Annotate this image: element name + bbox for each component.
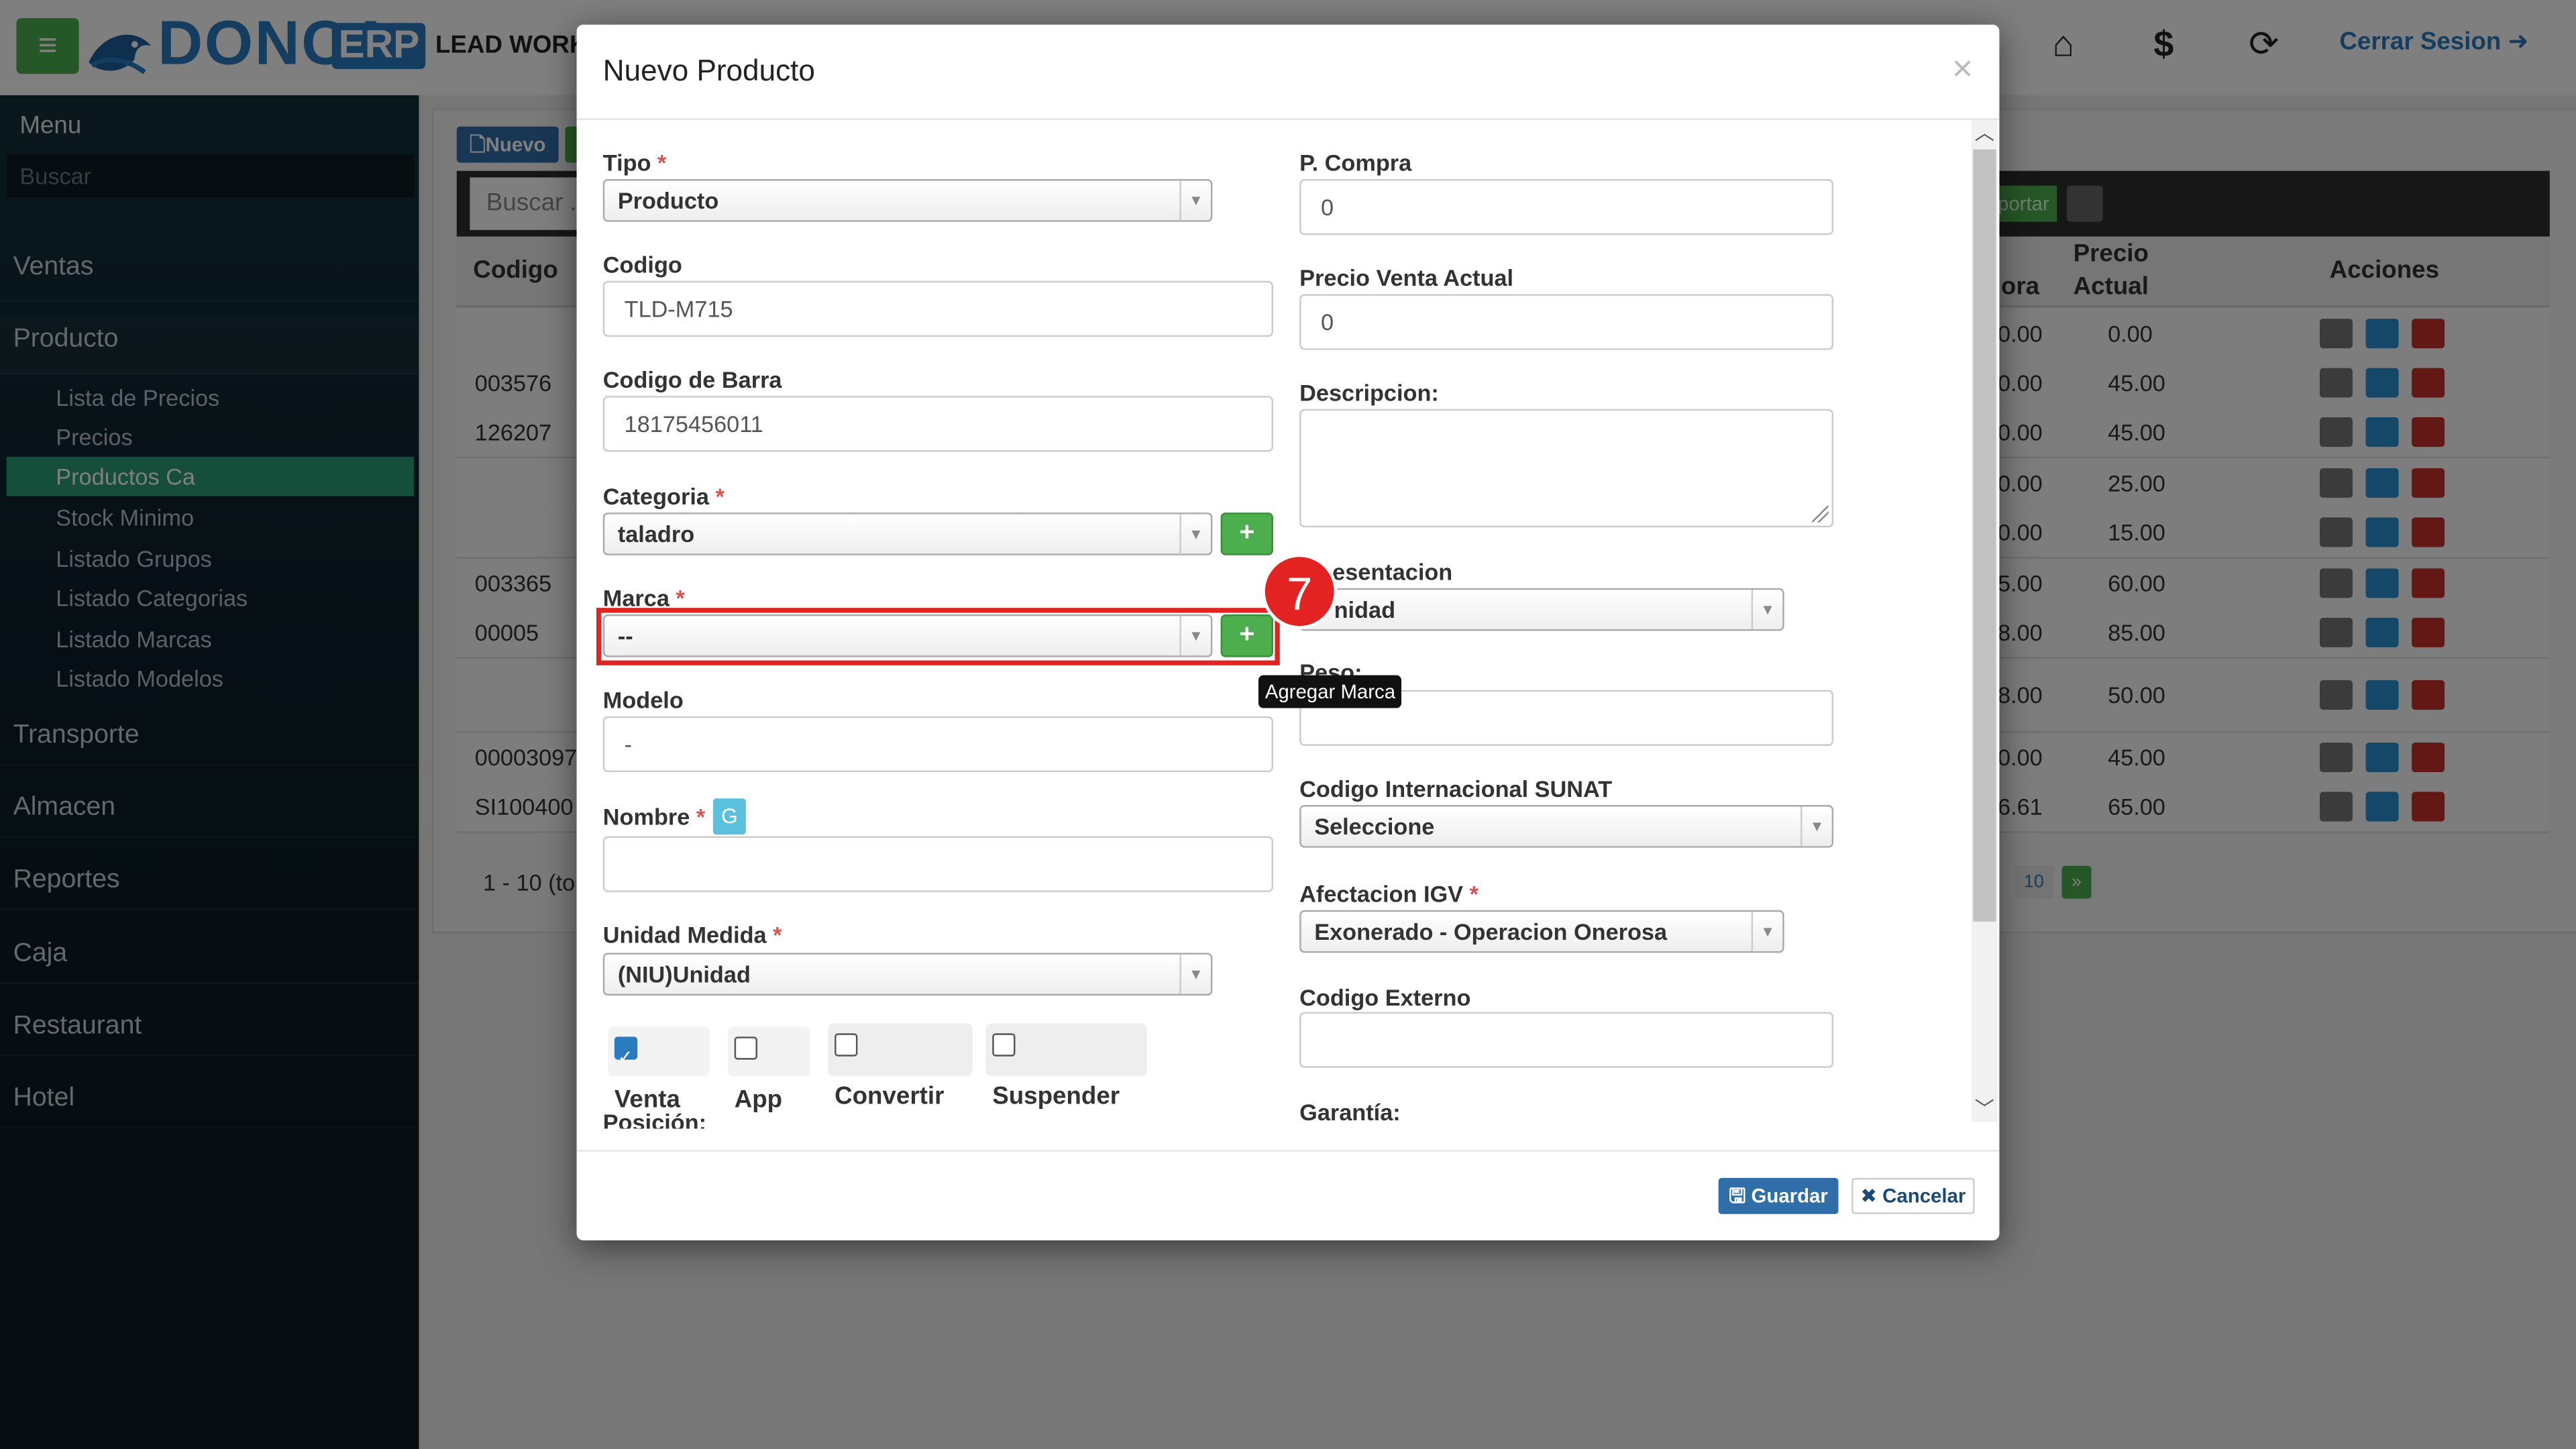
sunat-select[interactable]: Seleccione ▼ — [1299, 805, 1834, 848]
codigo-input[interactable]: TLD-M715 — [602, 280, 1273, 337]
modal-scrollbar[interactable]: ︿ ﹀ — [1971, 119, 1998, 1122]
scroll-up-icon[interactable]: ︿ — [1972, 120, 1998, 146]
add-marca-tooltip: Agregar Marca — [1258, 675, 1402, 708]
barra-label: Codigo de Barra — [602, 366, 782, 393]
descripcion-textarea[interactable] — [1299, 409, 1834, 528]
tipo-label: Tipo * — [602, 149, 667, 176]
descripcion-label: Descripcion: — [1299, 379, 1439, 406]
categoria-label: Categoria * — [602, 483, 724, 510]
modelo-label: Modelo — [602, 686, 684, 713]
igv-label: Afectacion IGV * — [1299, 880, 1479, 907]
checkbox-checked-icon — [614, 1033, 638, 1083]
checkbox-icon — [992, 1033, 1016, 1057]
cancel-label: Cancelar — [1882, 1184, 1966, 1208]
posicion-label: Posición: — [602, 1109, 707, 1129]
marca-highlight-box — [596, 608, 1280, 665]
checkbox-icon — [835, 1033, 858, 1057]
externo-input[interactable] — [1299, 1012, 1834, 1068]
sunat-label: Codigo Internacional SUNAT — [1299, 775, 1613, 802]
garantia-label: Garantía: — [1299, 1099, 1401, 1126]
unidad-select[interactable]: (NIU)Unidad ▼ — [602, 953, 1213, 996]
cancel-button[interactable]: ✖ Cancelar — [1851, 1177, 1975, 1214]
chevron-down-icon: ▼ — [1751, 912, 1783, 951]
venta-checkbox[interactable]: Venta — [608, 1026, 710, 1114]
modal-header-divider — [576, 118, 2000, 120]
step-number-badge: 7 — [1261, 553, 1338, 629]
generate-name-button[interactable]: G — [712, 798, 746, 835]
save-icon: 🖫 — [1729, 1184, 1746, 1208]
close-icon[interactable]: × — [1952, 48, 1973, 91]
app-checkbox[interactable]: App — [727, 1026, 810, 1114]
compra-input[interactable]: 0 — [1299, 178, 1834, 235]
externo-label: Codigo Externo — [1299, 983, 1471, 1011]
convertir-checkbox[interactable]: Convertir — [828, 1023, 973, 1111]
categoria-select[interactable]: taladro ▼ — [602, 513, 1213, 555]
chevron-down-icon: ▼ — [1179, 514, 1211, 554]
presentacion-label: esentacion — [1332, 558, 1453, 585]
presentacion-select[interactable]: nidad ▼ — [1299, 588, 1784, 631]
codigo-label: Codigo — [602, 251, 682, 278]
peso-label: Peso: — [1299, 659, 1362, 677]
venta-label: Precio Venta Actual — [1299, 264, 1514, 291]
close-x-icon: ✖ — [1860, 1184, 1877, 1208]
modal-title: Nuevo Producto — [602, 54, 815, 87]
igv-select[interactable]: Exonerado - Operacion Onerosa ▼ — [1299, 910, 1784, 953]
checkbox-icon — [734, 1036, 757, 1060]
scroll-thumb[interactable] — [1973, 149, 1996, 922]
resize-grip-icon[interactable] — [1812, 506, 1829, 523]
save-label: Guardar — [1751, 1184, 1828, 1208]
nombre-label: Nombre * — [602, 803, 706, 830]
app-page: ≡ DONCA ERP LEAD WORK ⌂ $ ⟳ Cerrar Sesio… — [0, 0, 2576, 1449]
suspender-checkbox[interactable]: Suspender — [985, 1023, 1147, 1111]
modelo-input[interactable]: - — [602, 716, 1273, 773]
scroll-down-icon[interactable]: ﹀ — [1972, 1095, 1998, 1122]
barra-input[interactable]: 18175456011 — [602, 396, 1273, 452]
nombre-input[interactable] — [602, 836, 1273, 892]
chevron-down-icon: ▼ — [1751, 590, 1783, 629]
chevron-down-icon: ▼ — [1179, 180, 1211, 221]
modal-footer-divider — [576, 1150, 2000, 1152]
tipo-select[interactable]: Producto ▼ — [602, 178, 1213, 222]
venta-input[interactable]: 0 — [1299, 294, 1834, 350]
save-button[interactable]: 🖫 Guardar — [1718, 1177, 1839, 1214]
chevron-down-icon: ▼ — [1801, 806, 1832, 847]
compra-label: P. Compra — [1299, 149, 1412, 176]
unidad-label: Unidad Medida * — [602, 921, 782, 949]
add-categoria-button[interactable]: + — [1220, 513, 1273, 555]
chevron-down-icon: ▼ — [1179, 954, 1211, 994]
